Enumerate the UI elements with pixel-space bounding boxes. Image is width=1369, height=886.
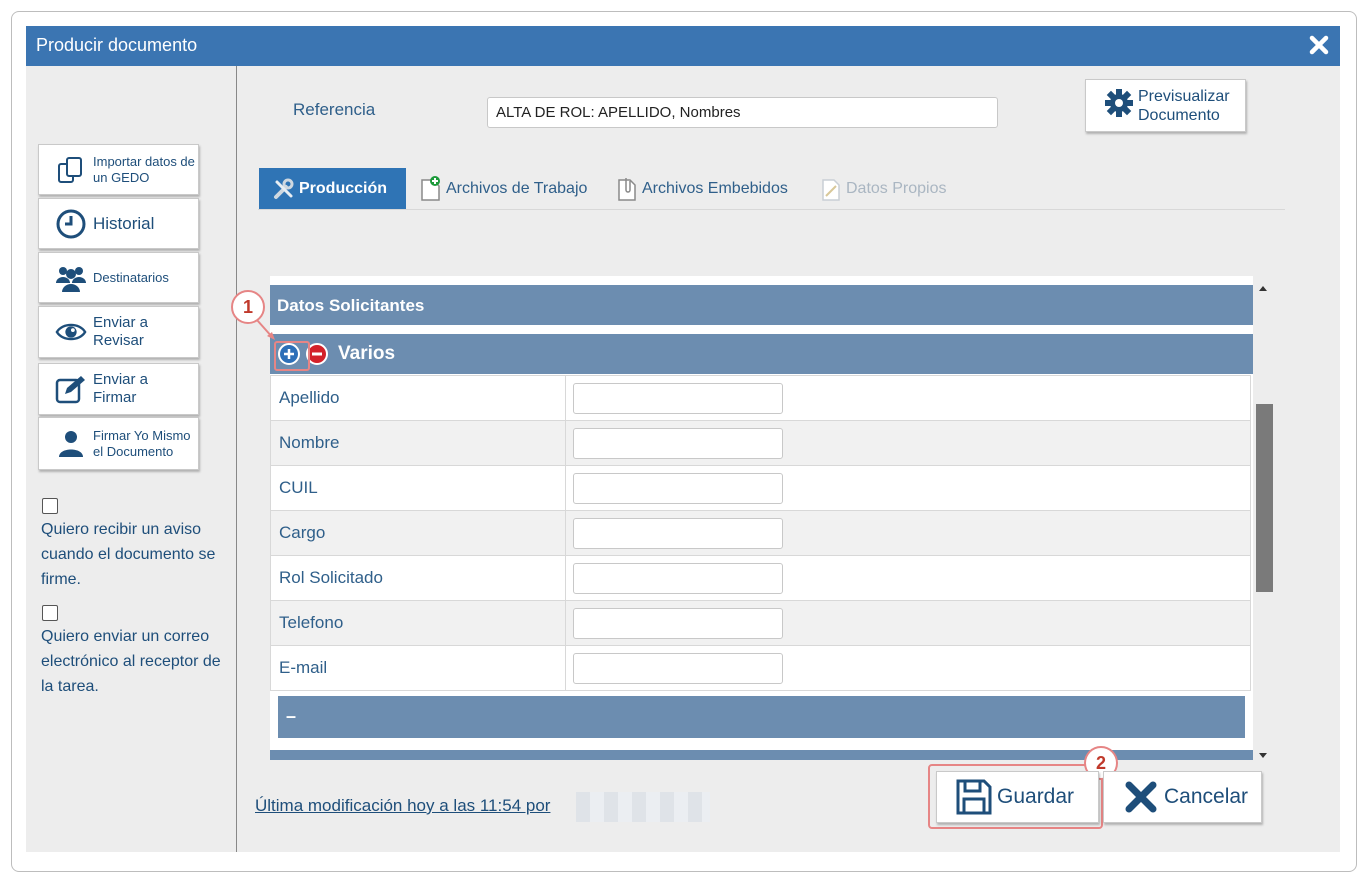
field-label: Rol Solicitado (270, 555, 566, 601)
send-review-button[interactable]: Enviar a Revisar (38, 306, 199, 358)
field-label: Cargo (270, 510, 566, 556)
tab-produccion-label: Producción (299, 179, 388, 197)
tabs-underline (258, 209, 1285, 210)
nombre-input[interactable] (573, 427, 783, 459)
recipients-label: Destinatarios (93, 269, 169, 285)
cancel-button[interactable]: Cancelar (1103, 771, 1262, 823)
group-varios-header: Varios (270, 334, 1253, 374)
redacted-user (576, 792, 710, 822)
user-icon (55, 428, 87, 460)
tab-produccion[interactable]: Producción (259, 168, 406, 209)
scrollbar-thumb[interactable] (1256, 404, 1273, 592)
history-button[interactable]: Historial (38, 198, 199, 249)
table-row: Apellido (270, 375, 1251, 421)
tools-icon (273, 177, 295, 201)
send-sign-button[interactable]: Enviar a Firmar (38, 363, 199, 415)
gear-icon (1104, 88, 1134, 123)
copy-icon (55, 154, 87, 186)
tab-datos-propios[interactable]: Datos Propios (820, 168, 947, 209)
titlebar: Producir documento (26, 26, 1340, 66)
dialog-title: Producir documento (36, 35, 198, 55)
notify-signed-label: Quiero recibir un aviso cuando el docume… (41, 521, 216, 588)
table-row: Nombre (270, 420, 1251, 466)
left-divider (236, 66, 237, 852)
save-label: Guardar (997, 785, 1075, 808)
table-row: Rol Solicitado (270, 555, 1251, 601)
field-label: Nombre (270, 420, 566, 466)
clock-icon (55, 208, 87, 240)
tab-archivos-trabajo[interactable]: Archivos de Trabajo (420, 168, 587, 209)
file-add-icon (420, 175, 442, 201)
sub-section-header: – (278, 696, 1245, 738)
rol-solicitado-input[interactable] (573, 562, 783, 594)
telefono-input[interactable] (573, 607, 783, 639)
apellido-input[interactable] (573, 382, 783, 414)
attachment-icon (616, 177, 638, 201)
send-sign-label: Enviar a Firmar (93, 371, 149, 406)
scroll-down-arrow[interactable] (1256, 748, 1270, 762)
import-gedo-label: Importar datos de un GEDO (93, 153, 195, 185)
reference-input[interactable] (487, 97, 998, 128)
preview-document-label: Previsualizar Documento (1138, 87, 1230, 124)
close-icon[interactable] (1308, 34, 1330, 56)
field-label: Telefono (270, 600, 566, 646)
tab-archivos-trabajo-label: Archivos de Trabajo (446, 179, 588, 197)
preview-document-button[interactable]: Previsualizar Documento (1085, 79, 1246, 132)
applicant-form-table: Apellido Nombre CUIL Cargo Rol Solicitad… (270, 375, 1251, 691)
table-row: E-mail (270, 645, 1251, 691)
notify-signed-checkbox[interactable] (42, 498, 58, 514)
field-label: Apellido (270, 375, 566, 421)
tab-archivos-embebidos-label: Archivos Embebidos (642, 179, 788, 197)
group-varios-title: Varios (338, 343, 396, 364)
send-review-label: Enviar a Revisar (93, 314, 149, 349)
form-panel: Datos Solicitantes Varios Apellido Nombr… (270, 276, 1253, 760)
send-email-label: Quiero enviar un correo electrónico al r… (41, 628, 221, 695)
table-row: Cargo (270, 510, 1251, 556)
eye-icon (55, 316, 87, 348)
table-row: Telefono (270, 600, 1251, 646)
cargo-input[interactable] (573, 517, 783, 549)
document-edit-icon (820, 177, 842, 201)
send-email-checkbox[interactable] (42, 605, 58, 621)
tab-datos-propios-label: Datos Propios (846, 179, 947, 197)
field-label: CUIL (270, 465, 566, 511)
history-label: Historial (93, 213, 155, 233)
recipients-button[interactable]: Destinatarios (38, 252, 199, 303)
import-gedo-button[interactable]: Importar datos de un GEDO (38, 144, 199, 195)
scroll-up-arrow[interactable] (1256, 282, 1270, 296)
section-datos-solicitantes: Datos Solicitantes (270, 285, 1253, 325)
users-icon (55, 262, 87, 294)
reference-label: Referencia (293, 100, 376, 119)
cuil-input[interactable] (573, 472, 783, 504)
floppy-disk-icon (955, 778, 993, 816)
table-row: CUIL (270, 465, 1251, 511)
field-label: E-mail (270, 645, 566, 691)
cancel-label: Cancelar (1164, 785, 1249, 808)
tab-archivos-embebidos[interactable]: Archivos Embebidos (616, 168, 788, 209)
sign-myself-label: Firmar Yo Mismo el Documento (93, 427, 191, 459)
edit-icon (55, 373, 87, 405)
sign-myself-button[interactable]: Firmar Yo Mismo el Documento (38, 417, 199, 470)
annotation-highlight-1 (274, 341, 310, 371)
last-modified-link[interactable]: Última modificación hoy a las 11:54 por (255, 796, 550, 816)
save-button[interactable]: Guardar (936, 771, 1099, 823)
close-x-icon (1122, 778, 1160, 816)
email-input[interactable] (573, 652, 783, 684)
